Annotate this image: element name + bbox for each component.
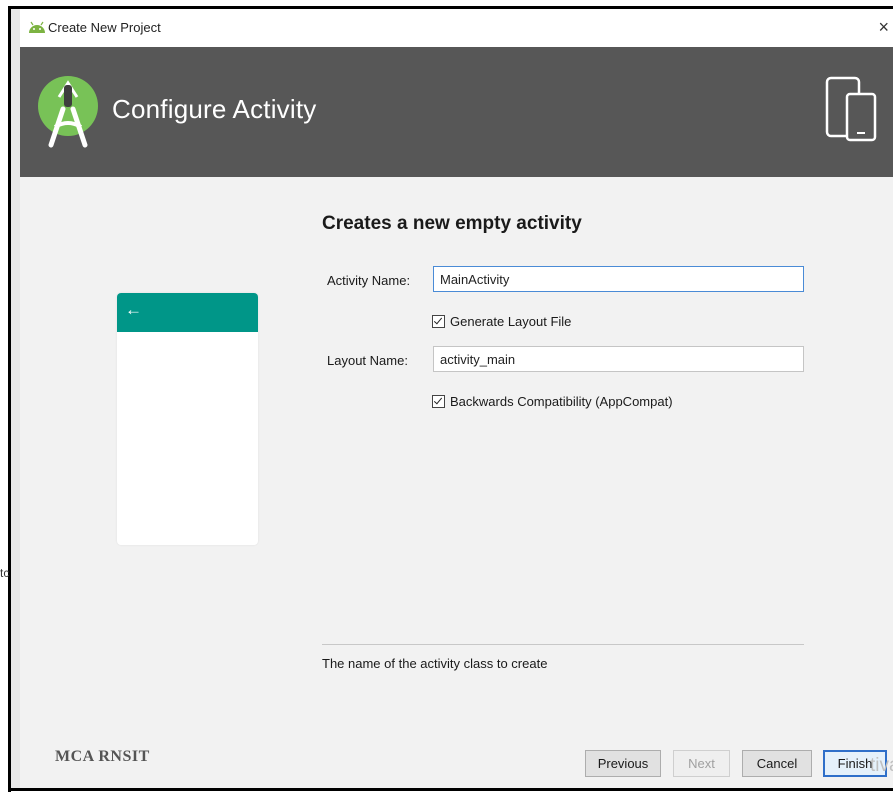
back-arrow-icon: ←	[125, 300, 142, 319]
background-text-fragment: tc	[0, 566, 10, 580]
generate-layout-label: Generate Layout File	[450, 314, 572, 329]
activity-name-input[interactable]	[433, 266, 804, 292]
form-heading: Creates a new empty activity	[322, 213, 582, 234]
backwards-compat-label: Backwards Compatibility (AppCompat)	[450, 394, 673, 409]
layout-name-label: Layout Name:	[327, 353, 408, 368]
activity-preview: ←	[117, 293, 258, 545]
cancel-button[interactable]: Cancel	[742, 750, 812, 777]
divider	[322, 644, 804, 645]
android-icon	[29, 21, 45, 33]
phone-tablet-icon	[825, 76, 877, 142]
field-hint: The name of the activity class to create	[322, 656, 548, 671]
os-activation-overlay: tiva	[870, 755, 893, 776]
page-title: Configure Activity	[112, 94, 317, 124]
activity-name-label: Activity Name:	[327, 273, 411, 288]
window-title: Create New Project	[48, 20, 161, 35]
wizard-header: Configure Activity	[20, 47, 893, 177]
wizard-content: ← Creates a new empty activity Activity …	[20, 177, 893, 788]
window-frame-bottom	[8, 788, 893, 791]
checkbox-checked-icon[interactable]	[432, 315, 445, 328]
layout-name-input[interactable]	[433, 346, 804, 372]
android-studio-logo-icon	[38, 76, 98, 148]
previous-button[interactable]: Previous	[585, 750, 661, 777]
backwards-compat-checkbox[interactable]: Backwards Compatibility (AppCompat)	[432, 394, 673, 409]
watermark: MCA RNSIT	[55, 748, 150, 765]
title-bar: Create New Project ×	[20, 9, 893, 47]
next-button[interactable]: Next	[673, 750, 730, 777]
generate-layout-checkbox[interactable]: Generate Layout File	[432, 314, 571, 329]
preview-app-bar: ←	[117, 293, 258, 332]
checkbox-checked-icon[interactable]	[432, 395, 445, 408]
close-icon[interactable]: ×	[878, 17, 889, 38]
